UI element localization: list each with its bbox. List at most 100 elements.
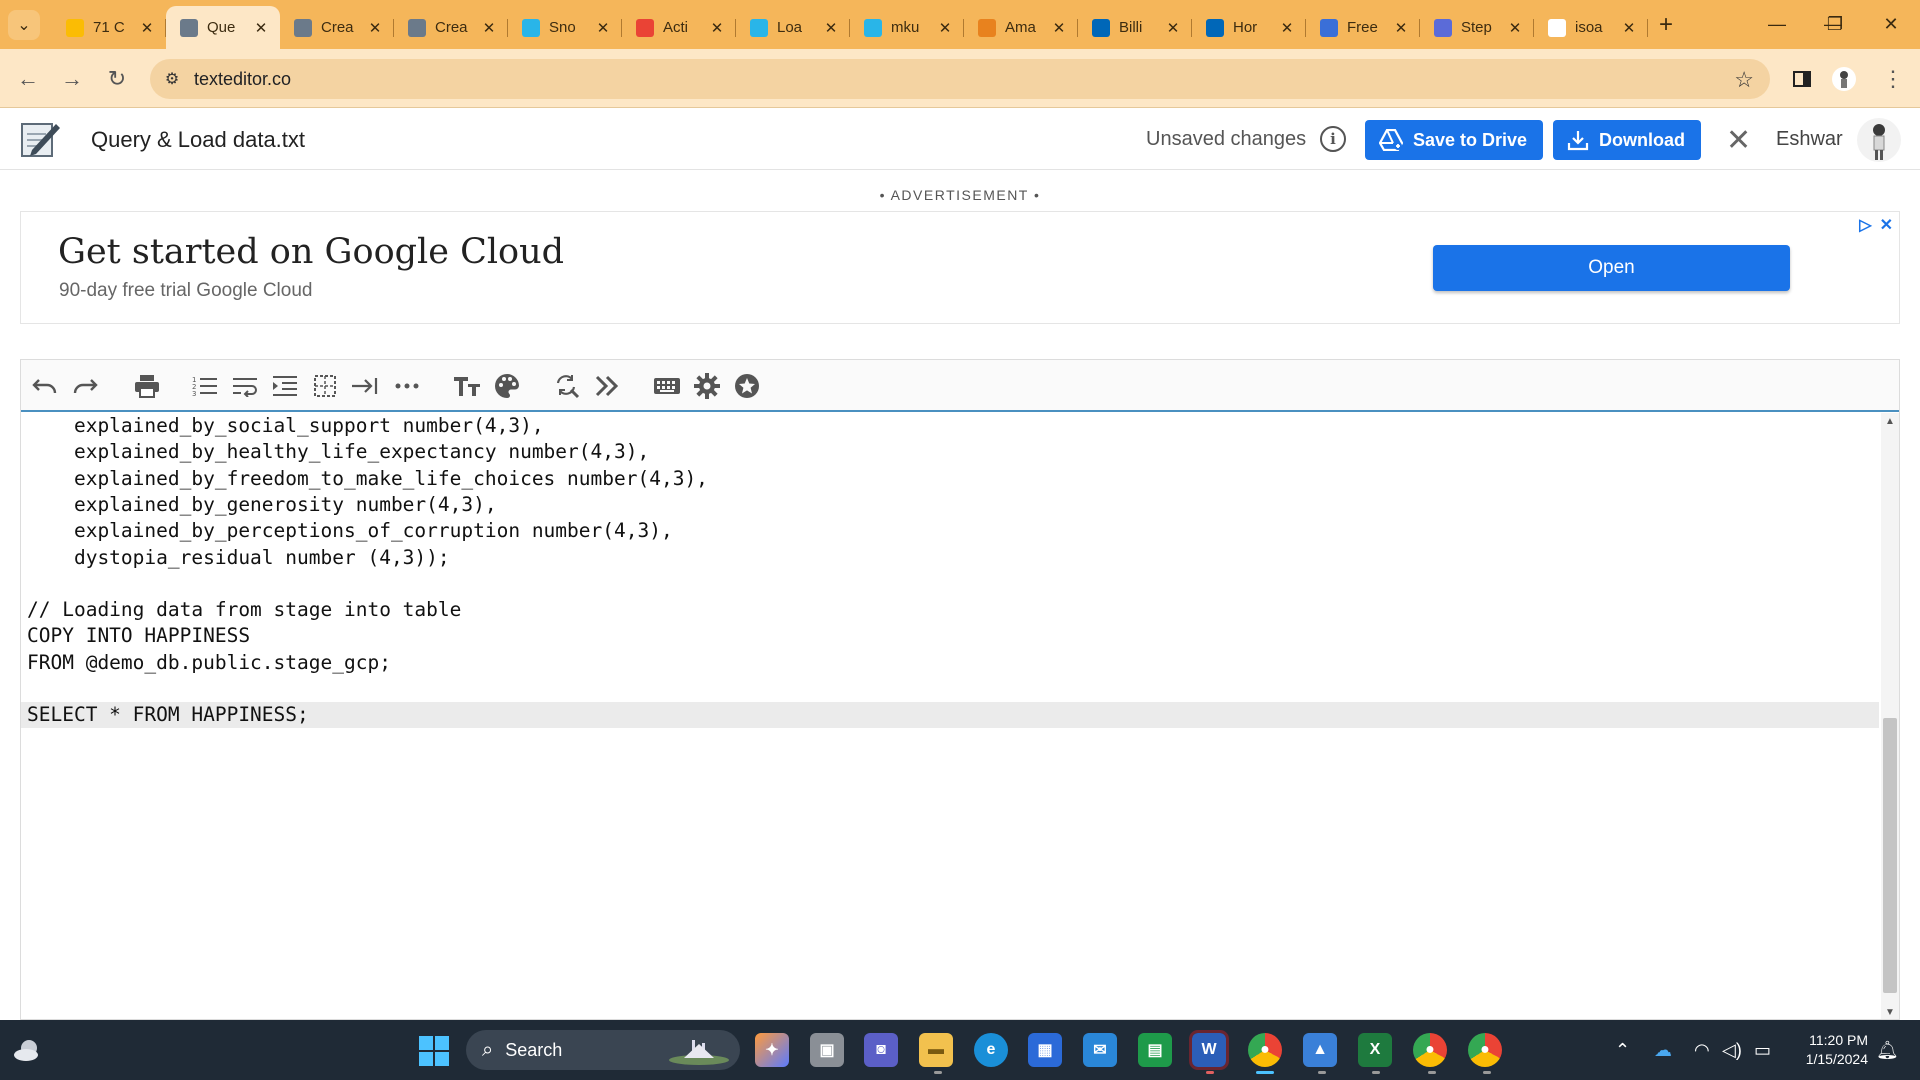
tab-close-icon[interactable]: ✕ (822, 19, 840, 37)
tab-search-button[interactable]: ⌄ (8, 10, 40, 40)
tab-close-icon[interactable]: ✕ (1164, 19, 1182, 37)
scroll-up-icon[interactable]: ▲ (1884, 416, 1896, 427)
tab-close-icon[interactable]: ✕ (138, 19, 156, 37)
tab-close-icon[interactable]: ✕ (252, 19, 270, 37)
ad-open-button[interactable]: Open (1433, 245, 1790, 291)
back-button[interactable]: ← (12, 63, 44, 95)
ad-title[interactable]: Get started on Google Cloud (58, 232, 564, 272)
browser-tab[interactable]: Free ✕ (1306, 6, 1420, 49)
browser-tab[interactable]: Acti ✕ (622, 6, 736, 49)
edge-browser-icon[interactable]: e (974, 1033, 1008, 1067)
show-hidden-icons-icon[interactable]: ⌃ (1615, 1040, 1630, 1061)
browser-tab[interactable]: Crea ✕ (394, 6, 508, 49)
code-area[interactable]: explained_by_social_support number(4,3),… (21, 413, 1879, 1019)
redo-icon[interactable] (71, 372, 99, 400)
ad-choices-icon[interactable]: ▷ (1859, 215, 1871, 235)
tab-close-icon[interactable]: ✕ (1278, 19, 1296, 37)
chrome-icon[interactable]: ● (1248, 1033, 1282, 1067)
minimize-button[interactable]: — (1748, 0, 1806, 49)
tab-close-icon[interactable]: ✕ (1050, 19, 1068, 37)
close-file-icon[interactable]: ✕ (1726, 123, 1751, 158)
font-size-icon[interactable] (453, 372, 481, 400)
line-numbers-icon[interactable]: 123 (191, 372, 219, 400)
print-icon[interactable] (133, 372, 161, 400)
weather-widget-icon[interactable] (12, 1036, 44, 1064)
tab-close-icon[interactable]: ✕ (936, 19, 954, 37)
keyboard-icon[interactable] (653, 372, 681, 400)
browser-tab[interactable]: 71 C ✕ (52, 6, 166, 49)
settings-gear-icon[interactable] (693, 372, 721, 400)
battery-icon[interactable]: ▭ (1754, 1040, 1771, 1061)
chrome-profile-icon[interactable]: ● (1468, 1033, 1502, 1067)
browser-tab[interactable]: Loa ✕ (736, 6, 850, 49)
profile-button[interactable] (1828, 63, 1860, 95)
onedrive-icon[interactable]: ☁ (1654, 1040, 1672, 1061)
find-replace-icon[interactable] (553, 372, 581, 400)
reload-button[interactable]: ↻ (101, 63, 133, 95)
indent-icon[interactable] (271, 372, 299, 400)
notifications-bell-icon[interactable]: 🔔︎ (1876, 1040, 1899, 1061)
select-all-icon[interactable] (311, 372, 339, 400)
chrome-menu-button[interactable]: ⋮ (1877, 63, 1909, 95)
tab-key-icon[interactable] (351, 372, 379, 400)
advertisement-banner[interactable]: Get started on Google Cloud 90-day free … (20, 211, 1900, 324)
browser-tab[interactable]: Hor ✕ (1192, 6, 1306, 49)
browser-tab[interactable]: isoa ✕ (1534, 6, 1648, 49)
system-clock[interactable]: 11:20 PM 1/15/2024 (1794, 1031, 1868, 1069)
browser-tab[interactable]: Billi ✕ (1078, 6, 1192, 49)
browser-tab[interactable]: Ama ✕ (964, 6, 1078, 49)
task-view-icon[interactable]: ▣ (810, 1033, 844, 1067)
tab-close-icon[interactable]: ✕ (480, 19, 498, 37)
file-explorer-icon[interactable]: ▬ (919, 1033, 953, 1067)
mail-icon[interactable]: ✉ (1083, 1033, 1117, 1067)
browser-tab[interactable]: Step ✕ (1420, 6, 1534, 49)
user-name[interactable]: Eshwar (1776, 128, 1843, 151)
word-wrap-icon[interactable] (231, 372, 259, 400)
more-options-icon[interactable] (393, 372, 421, 400)
save-to-drive-button[interactable]: Save to Drive (1365, 120, 1544, 160)
chat-app-icon[interactable]: ▤ (1138, 1033, 1172, 1067)
volume-icon[interactable]: ◁) (1722, 1040, 1742, 1061)
microsoft-store-icon[interactable]: ▦ (1028, 1033, 1062, 1067)
browser-tab[interactable]: Crea ✕ (280, 6, 394, 49)
excel-app-icon[interactable]: X (1358, 1033, 1392, 1067)
site-info-icon[interactable]: ⚙ (150, 69, 194, 89)
double-chevron-right-icon[interactable] (593, 372, 621, 400)
file-name[interactable]: Query & Load data.txt (91, 127, 305, 153)
wifi-icon[interactable]: ◠ (1694, 1040, 1710, 1061)
scroll-down-icon[interactable]: ▼ (1884, 1007, 1896, 1018)
tab-close-icon[interactable]: ✕ (1506, 19, 1524, 37)
tab-close-icon[interactable]: ✕ (1620, 19, 1638, 37)
tab-close-icon[interactable]: ✕ (1392, 19, 1410, 37)
info-icon[interactable]: i (1320, 126, 1346, 152)
address-bar[interactable]: ⚙ texteditor.co ☆ (150, 59, 1770, 99)
browser-tab[interactable]: mku ✕ (850, 6, 964, 49)
bookmark-star-icon[interactable]: ☆ (1734, 67, 1754, 93)
chrome-profile-icon[interactable]: ● (1413, 1033, 1447, 1067)
tab-close-icon[interactable]: ✕ (708, 19, 726, 37)
side-panel-button[interactable] (1786, 63, 1818, 95)
browser-tab[interactable]: Que ✕ (166, 6, 280, 49)
ad-close-icon[interactable]: ✕ (1880, 215, 1893, 235)
undo-icon[interactable] (31, 372, 59, 400)
start-button[interactable] (419, 1036, 449, 1066)
forward-button[interactable]: → (56, 63, 88, 95)
tab-close-icon[interactable]: ✕ (366, 19, 384, 37)
copilot-icon[interactable]: ✦ (755, 1033, 789, 1067)
tab-close-icon[interactable]: ✕ (594, 19, 612, 37)
restore-button[interactable]: ❐ (1806, 0, 1864, 49)
new-tab-button[interactable]: + (1652, 12, 1680, 40)
close-window-button[interactable]: ✕ (1862, 0, 1920, 49)
photos-app-icon[interactable]: ▲ (1303, 1033, 1337, 1067)
teams-chat-icon[interactable]: ◙ (864, 1033, 898, 1067)
ad-choices[interactable]: ▷ ✕ (1859, 215, 1893, 235)
word-app-icon[interactable]: W (1189, 1030, 1229, 1070)
theme-palette-icon[interactable] (493, 372, 521, 400)
download-button[interactable]: Download (1553, 120, 1701, 160)
star-circle-icon[interactable] (733, 372, 761, 400)
editor-scrollbar[interactable]: ▲ ▼ (1881, 413, 1899, 1019)
user-avatar[interactable] (1857, 118, 1901, 162)
taskbar-search[interactable]: ⌕ Search (466, 1030, 740, 1070)
browser-tab[interactable]: Sno ✕ (508, 6, 622, 49)
scrollbar-thumb[interactable] (1883, 718, 1897, 993)
